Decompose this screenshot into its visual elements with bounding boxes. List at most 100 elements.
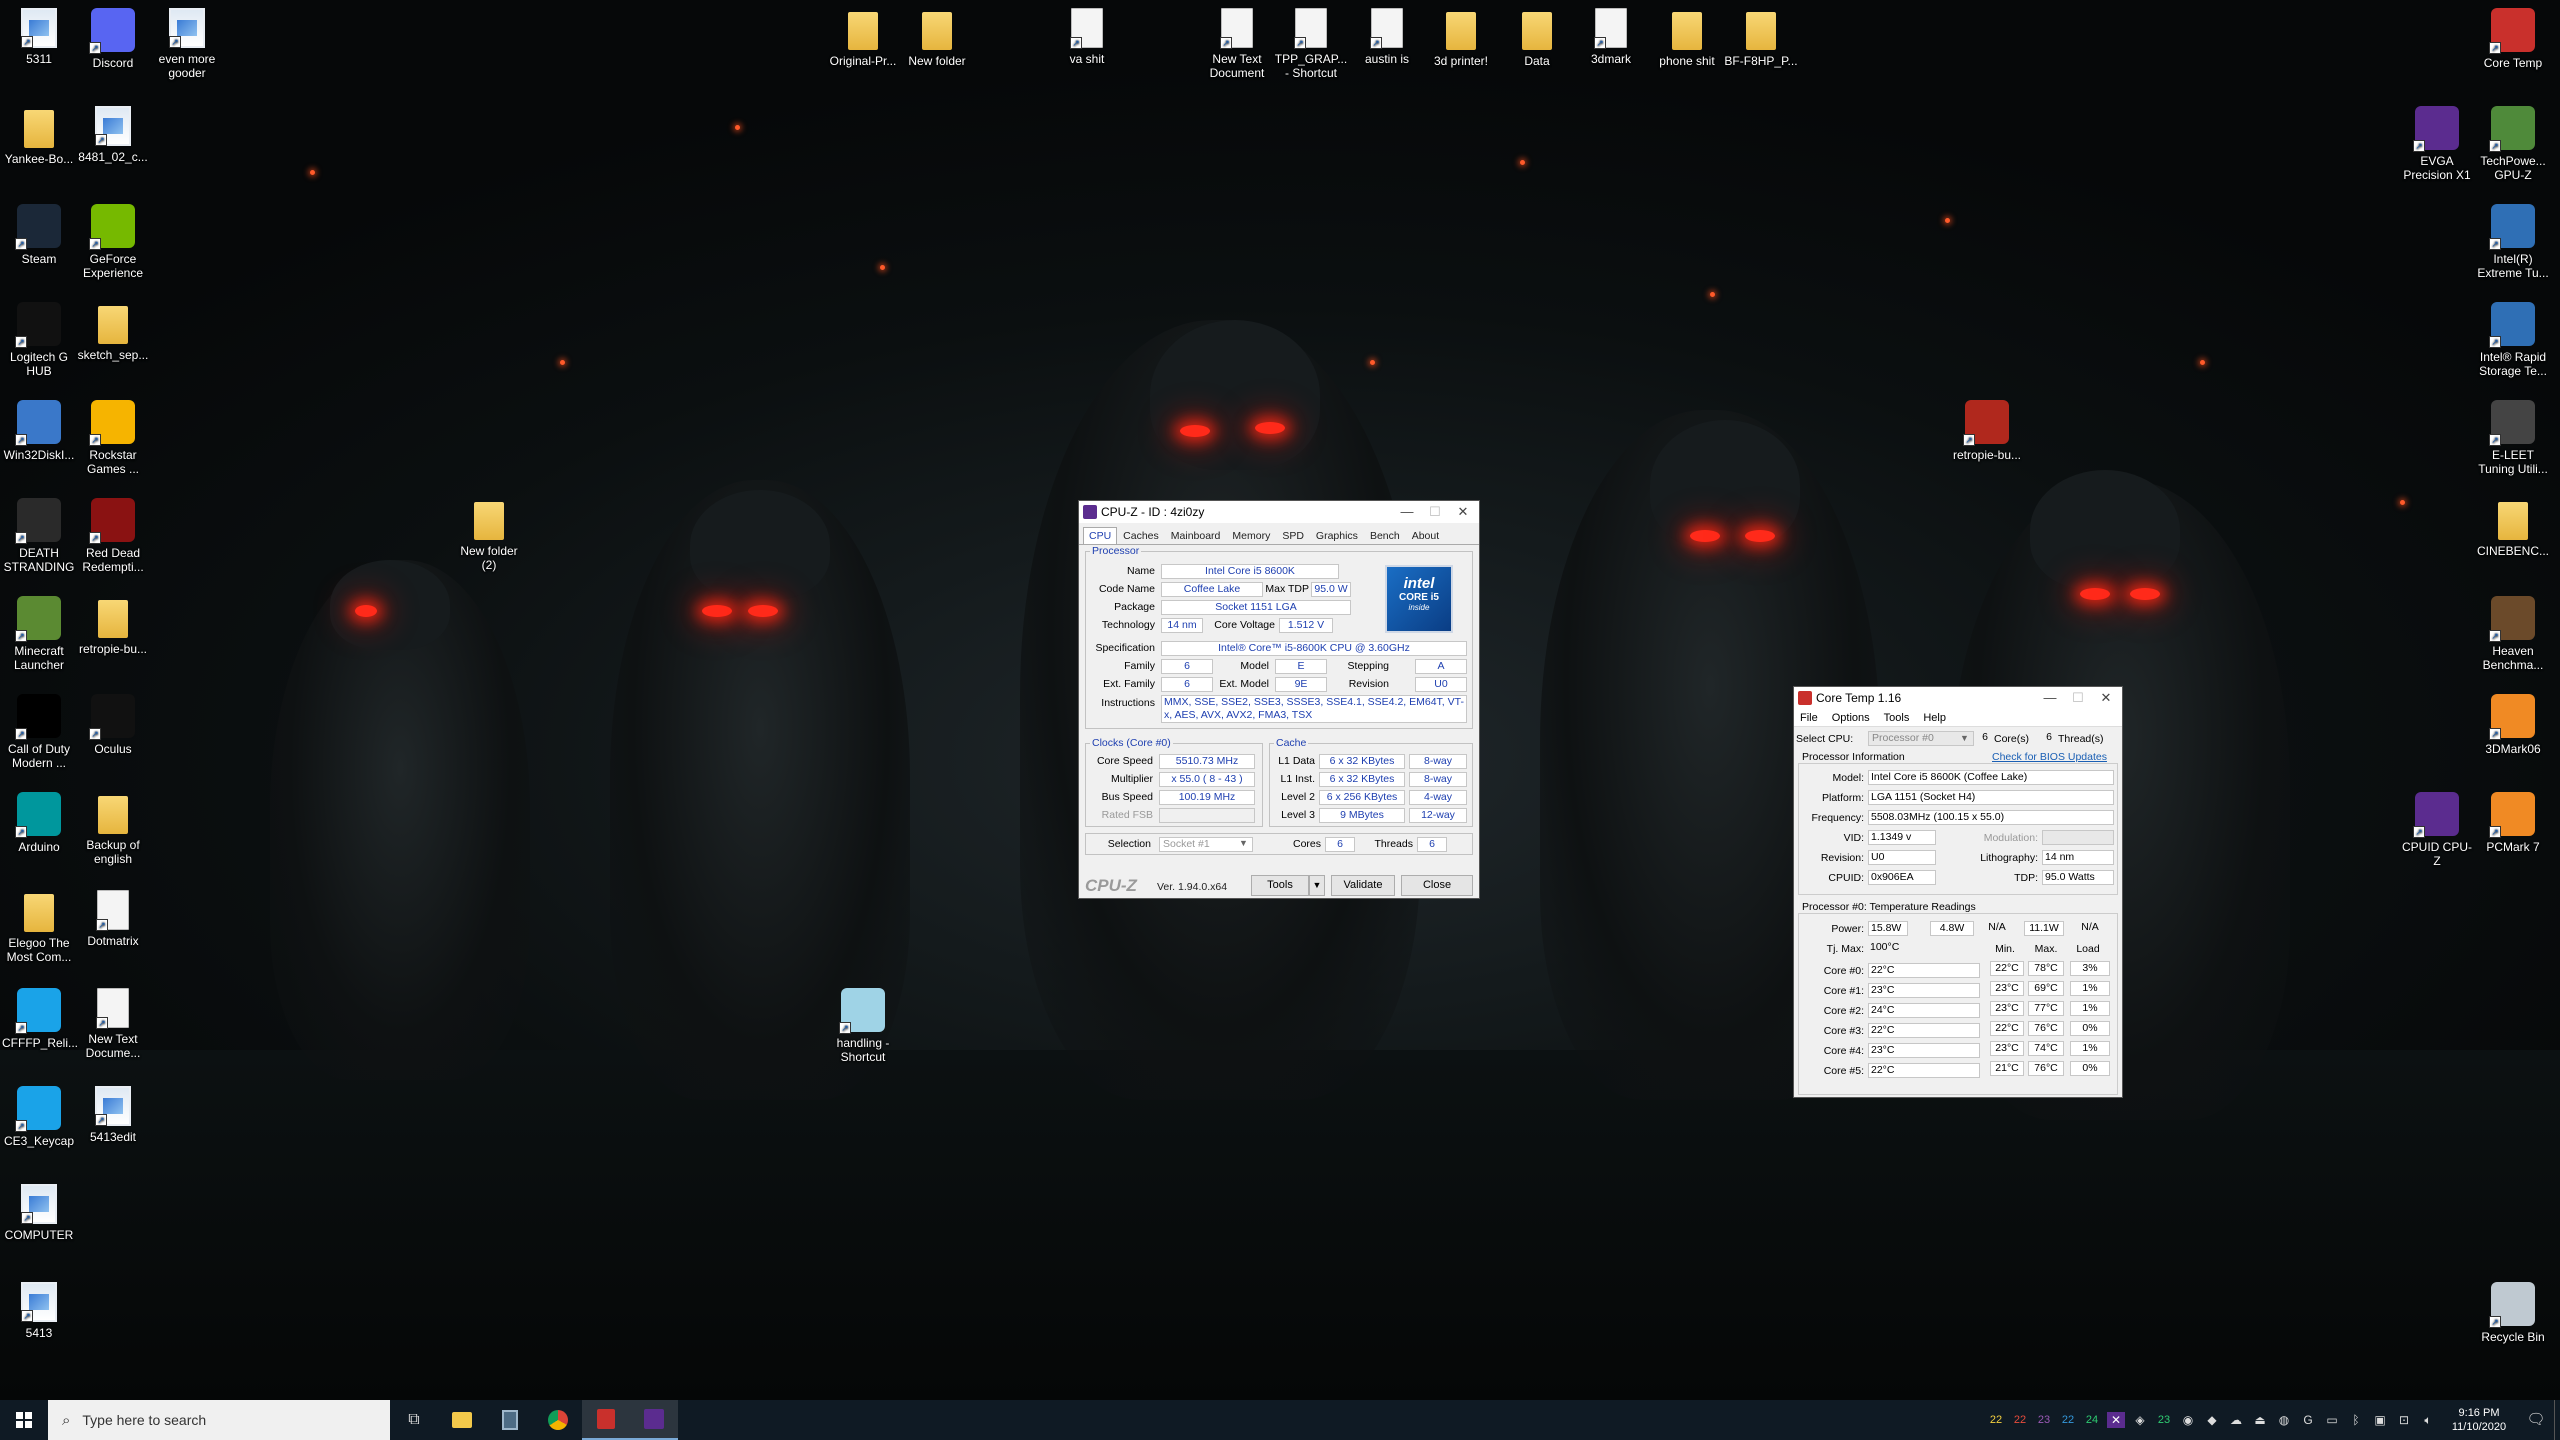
chevron-down-icon[interactable]: ▼: [1239, 838, 1248, 848]
close-button[interactable]: Close: [1401, 875, 1473, 896]
desktop-icon[interactable]: ↗ Recycle Bin: [2476, 1282, 2550, 1344]
desktop-icon[interactable]: ↗ Win32DiskI...: [2, 400, 76, 462]
tray-icon[interactable]: ◈: [2131, 1412, 2149, 1428]
onedrive-tray-icon[interactable]: ☁: [2227, 1412, 2245, 1428]
tray-temp-core3[interactable]: 22: [2056, 1414, 2080, 1426]
notification-icon[interactable]: 🗨︎: [2521, 1412, 2551, 1428]
tab-mainboard[interactable]: Mainboard: [1165, 527, 1227, 544]
start-button[interactable]: [0, 1400, 48, 1440]
validate-button[interactable]: Validate: [1331, 875, 1395, 896]
desktop-icon[interactable]: New folder: [900, 8, 974, 68]
desktop-icon[interactable]: ↗ 5311: [2, 8, 76, 66]
coretemp-window[interactable]: Core Temp 1.16 — ☐ ✕ File Options Tools …: [1793, 686, 2123, 1098]
desktop-icon[interactable]: Yankee-Bo...: [2, 106, 76, 166]
desktop-icon[interactable]: ↗ Rockstar Games ...: [76, 400, 150, 476]
tools-dropdown-icon[interactable]: ▼: [1309, 875, 1325, 896]
menu-file[interactable]: File: [1800, 709, 1818, 726]
desktop-icon[interactable]: ↗ 3dmark: [1574, 8, 1648, 66]
tools-button[interactable]: Tools: [1251, 875, 1309, 896]
logitech-tray-icon[interactable]: G: [2299, 1412, 2317, 1428]
menu-tools[interactable]: Tools: [1884, 709, 1910, 726]
network-icon[interactable]: ⊡: [2395, 1412, 2413, 1428]
minimize-icon[interactable]: —: [2036, 687, 2064, 709]
desktop-icon[interactable]: Elegoo The Most Com...: [2, 890, 76, 964]
coretemp-taskbar-button[interactable]: [582, 1400, 630, 1440]
tab-bench[interactable]: Bench: [1364, 527, 1406, 544]
desktop-icon[interactable]: CINEBENC...: [2476, 498, 2550, 558]
desktop-icon[interactable]: 3d printer!: [1424, 8, 1498, 68]
desktop-icon[interactable]: ↗ 8481_02_c...: [76, 106, 150, 164]
tab-caches[interactable]: Caches: [1117, 527, 1165, 544]
select-cpu-dropdown[interactable]: Processor #0: [1868, 731, 1974, 746]
bios-update-link[interactable]: Check for BIOS Updates: [1992, 751, 2107, 763]
close-icon[interactable]: ✕: [2092, 687, 2120, 709]
desktop-icon[interactable]: ↗ Arduino: [2, 792, 76, 854]
tray-temp-core1[interactable]: 22: [2008, 1414, 2032, 1426]
desktop-icon[interactable]: phone shit: [1650, 8, 1724, 68]
minimize-icon[interactable]: —: [1393, 501, 1421, 523]
tray-temp-core2[interactable]: 23: [2032, 1414, 2056, 1426]
cpuz-window[interactable]: CPU-Z - ID : 4zi0zy — ☐ ✕ CPU Caches Mai…: [1078, 500, 1480, 899]
desktop-icon[interactable]: ↗ CPUID CPU-Z: [2400, 792, 2474, 868]
desktop-icon[interactable]: retropie-bu...: [76, 596, 150, 656]
desktop-icon[interactable]: ↗ Discord: [76, 8, 150, 70]
desktop-icon[interactable]: ↗ Dotmatrix: [76, 890, 150, 948]
coretemp-titlebar[interactable]: Core Temp 1.16 — ☐ ✕: [1794, 687, 2122, 709]
desktop-icon[interactable]: ↗ TechPowe... GPU-Z: [2476, 106, 2550, 182]
desktop-icon[interactable]: Backup of english: [76, 792, 150, 866]
battery-tray-icon[interactable]: ▭: [2323, 1412, 2341, 1428]
show-desktop-button[interactable]: [2554, 1400, 2560, 1440]
desktop-icon[interactable]: ↗ COMPUTER: [2, 1184, 76, 1242]
desktop-icon[interactable]: ↗ austin is: [1350, 8, 1424, 66]
desktop-icon[interactable]: ↗ Intel(R) Extreme Tu...: [2476, 204, 2550, 280]
volume-icon[interactable]: 🔈︎: [2419, 1412, 2437, 1428]
tray-temp-core5[interactable]: 23: [2152, 1414, 2176, 1426]
calculator-button[interactable]: [486, 1400, 534, 1440]
desktop-icon[interactable]: ↗ Heaven Benchma...: [2476, 596, 2550, 672]
chrome-button[interactable]: [534, 1400, 582, 1440]
desktop-icon[interactable]: ↗ Steam: [2, 204, 76, 266]
discord-tray-icon[interactable]: ◍: [2275, 1412, 2293, 1428]
desktop-icon[interactable]: ↗ DEATH STRANDING: [2, 498, 76, 574]
desktop-icon[interactable]: ↗ handling - Shortcut: [826, 988, 900, 1064]
tab-about[interactable]: About: [1406, 527, 1445, 544]
desktop-icon[interactable]: sketch_sep...: [76, 302, 150, 362]
desktop-icon[interactable]: Original-Pr...: [826, 8, 900, 68]
tab-cpu[interactable]: CPU: [1083, 527, 1118, 544]
steam-tray-icon[interactable]: ◉: [2179, 1412, 2197, 1428]
desktop-icon[interactable]: BF-F8HP_P...: [1724, 8, 1798, 68]
clock[interactable]: 9:16 PM 11/10/2020: [2440, 1406, 2518, 1434]
desktop-icon[interactable]: ↗ Minecraft Launcher: [2, 596, 76, 672]
tab-spd[interactable]: SPD: [1276, 527, 1310, 544]
evga-tray-icon[interactable]: ✕: [2107, 1412, 2125, 1428]
menu-help[interactable]: Help: [1923, 709, 1946, 726]
desktop-icon[interactable]: ↗ EVGA Precision X1: [2400, 106, 2474, 182]
desktop-icon[interactable]: ↗ even more gooder: [150, 8, 224, 80]
display-tray-icon[interactable]: ▣: [2371, 1412, 2389, 1428]
desktop-icon[interactable]: ↗ 3DMark06: [2476, 694, 2550, 756]
desktop-icon[interactable]: ↗ E-LEET Tuning Utili...: [2476, 400, 2550, 476]
desktop-icon[interactable]: ↗ CE3_Keycap: [2, 1086, 76, 1148]
desktop-icon[interactable]: ↗ PCMark 7: [2476, 792, 2550, 854]
nvidia-tray-icon[interactable]: ◆: [2203, 1412, 2221, 1428]
close-icon[interactable]: ✕: [1449, 501, 1477, 523]
desktop-icon[interactable]: ↗ Oculus: [76, 694, 150, 756]
search-box[interactable]: ⌕ Type here to search: [48, 1400, 390, 1440]
chevron-down-icon[interactable]: ▼: [1960, 733, 1969, 743]
desktop-icon[interactable]: ↗ CFFFP_Reli...: [2, 988, 78, 1050]
usb-tray-icon[interactable]: ⏏: [2251, 1412, 2269, 1428]
bluetooth-tray-icon[interactable]: ᛒ: [2347, 1412, 2365, 1428]
desktop-icon[interactable]: ↗ New Text Docume...: [76, 988, 150, 1060]
desktop-icon[interactable]: ↗ New Text Document: [1200, 8, 1274, 80]
desktop-icon[interactable]: ↗ retropie-bu...: [1950, 400, 2024, 462]
tray-temp-core4[interactable]: 24: [2080, 1414, 2104, 1426]
task-view-button[interactable]: ⧉: [390, 1400, 438, 1440]
desktop-icon[interactable]: ↗ Core Temp: [2476, 8, 2550, 70]
desktop-icon[interactable]: ↗ va shit: [1050, 8, 1124, 66]
cpuz-titlebar[interactable]: CPU-Z - ID : 4zi0zy — ☐ ✕: [1079, 501, 1479, 523]
desktop-icon[interactable]: ↗ Intel® Rapid Storage Te...: [2476, 302, 2550, 378]
desktop-icon[interactable]: ↗ Call of Duty Modern ...: [2, 694, 76, 770]
desktop-icon[interactable]: Data: [1500, 8, 1574, 68]
file-explorer-button[interactable]: [438, 1400, 486, 1440]
desktop-icon[interactable]: ↗ GeForce Experience: [76, 204, 150, 280]
